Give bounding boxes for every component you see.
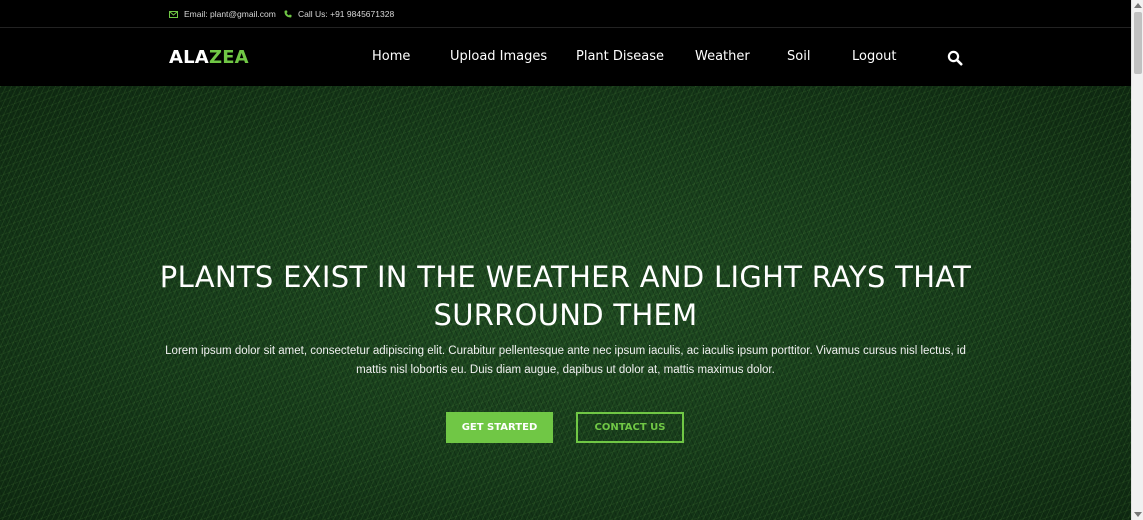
page-scrollbar[interactable]: [1131, 0, 1143, 520]
scrollbar-thumb[interactable]: [1134, 12, 1142, 74]
email-contact[interactable]: Email: plant@gmail.com: [169, 9, 276, 19]
hero-title: PLANTS EXIST IN THE WEATHER AND LIGHT RA…: [150, 258, 981, 334]
nav-item-logout[interactable]: Logout: [852, 49, 897, 64]
search-icon: [947, 50, 963, 66]
main-navbar: ALAZEA Home Upload Images Plant Disease …: [0, 28, 1131, 86]
search-button[interactable]: [947, 50, 963, 66]
phone-contact[interactable]: Call Us: +91 9845671328: [284, 9, 394, 19]
nav-item-upload-images[interactable]: Upload Images: [450, 49, 547, 64]
site-logo[interactable]: ALAZEA: [169, 47, 249, 68]
hero-title-line-1: PLANTS EXIST IN THE WEATHER AND LIGHT RA…: [159, 260, 972, 294]
email-text: Email: plant@gmail.com: [184, 9, 276, 19]
hero-description: Lorem ipsum dolor sit amet, consectetur …: [165, 345, 966, 376]
top-contact-bar: Email: plant@gmail.com Call Us: +91 9845…: [0, 0, 1131, 28]
logo-main-text: ALA: [169, 47, 209, 68]
phone-icon: [284, 10, 292, 18]
nav-item-weather[interactable]: Weather: [695, 49, 750, 64]
contact-us-button[interactable]: CONTACT US: [576, 412, 684, 443]
hero-section: PLANTS EXIST IN THE WEATHER AND LIGHT RA…: [0, 86, 1131, 520]
page: Email: plant@gmail.com Call Us: +91 9845…: [0, 0, 1143, 520]
nav-item-plant-disease[interactable]: Plant Disease: [576, 49, 664, 64]
hero-title-line-2: SURROUND THEM: [433, 298, 698, 332]
scroll-down-arrow-icon[interactable]: [1134, 512, 1142, 517]
get-started-button[interactable]: GET STARTED: [446, 412, 553, 443]
nav-item-soil[interactable]: Soil: [787, 49, 810, 64]
phone-text: Call Us: +91 9845671328: [298, 9, 395, 19]
envelope-icon: [169, 10, 178, 18]
logo-accent-text: ZEA: [208, 47, 249, 68]
scroll-up-arrow-icon[interactable]: [1134, 3, 1142, 8]
nav-item-home[interactable]: Home: [372, 49, 410, 64]
